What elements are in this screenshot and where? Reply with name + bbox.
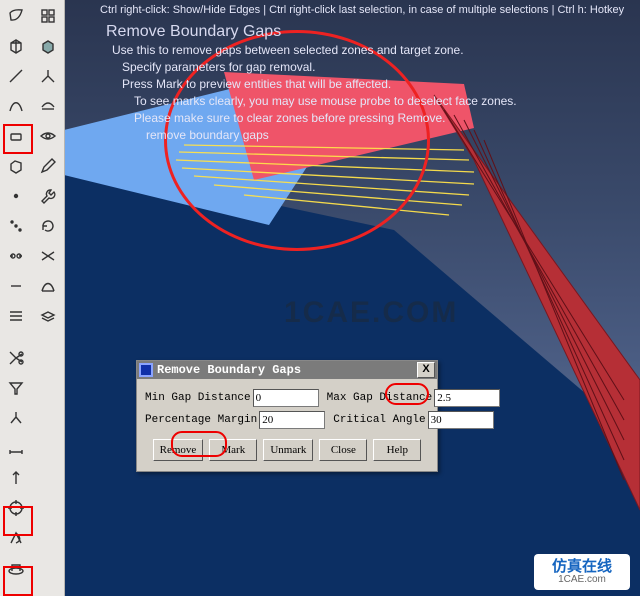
- hint-bar: Ctrl right-click: Show/Hide Edges | Ctrl…: [100, 2, 636, 19]
- point-icon[interactable]: [1, 182, 31, 210]
- curve-icon[interactable]: [1, 92, 31, 120]
- shade-icon[interactable]: [33, 92, 63, 120]
- pct-margin-input[interactable]: [259, 411, 325, 429]
- trim-icon[interactable]: [1, 344, 31, 372]
- min-gap-input[interactable]: [253, 389, 319, 407]
- dialog-title: Remove Boundary Gaps: [157, 363, 301, 377]
- orient-icon[interactable]: [1, 524, 31, 552]
- patch-icon[interactable]: [1, 2, 31, 30]
- remove-button[interactable]: Remove: [153, 439, 204, 461]
- base-icon[interactable]: [1, 554, 31, 582]
- views-icon[interactable]: [33, 2, 63, 30]
- link-icon[interactable]: [1, 242, 31, 270]
- min-gap-label: Min Gap Distance: [145, 392, 251, 404]
- eye2-icon[interactable]: [33, 122, 63, 150]
- quad-icon[interactable]: [1, 122, 31, 150]
- line-icon[interactable]: [1, 62, 31, 90]
- mark-button[interactable]: Mark: [209, 439, 257, 461]
- unmark-button[interactable]: Unmark: [263, 439, 313, 461]
- branch-icon[interactable]: [1, 404, 31, 432]
- max-gap-label: Max Gap Distance: [327, 392, 433, 404]
- help-button[interactable]: Help: [373, 439, 421, 461]
- separator: [1, 332, 31, 342]
- max-gap-input[interactable]: [434, 389, 500, 407]
- target-icon[interactable]: [1, 494, 31, 522]
- dim-icon[interactable]: [1, 434, 31, 462]
- dialog-titlebar[interactable]: Remove Boundary Gaps X: [137, 361, 437, 379]
- bars-icon[interactable]: [1, 302, 31, 330]
- minus-icon[interactable]: [1, 272, 31, 300]
- layer-icon[interactable]: [33, 302, 63, 330]
- instruction-overlay: Ctrl right-click: Show/Hide Edges | Ctrl…: [100, 2, 636, 144]
- probe-icon[interactable]: [1, 464, 31, 492]
- pencil-icon[interactable]: [33, 152, 63, 180]
- close-button[interactable]: X: [417, 362, 435, 378]
- box-icon[interactable]: [1, 152, 31, 180]
- funnel-icon[interactable]: [1, 374, 31, 402]
- cube-icon[interactable]: [1, 32, 31, 60]
- wrench-icon[interactable]: [33, 182, 63, 210]
- axis-icon[interactable]: [33, 62, 63, 90]
- crit-angle-label: Critical Angle: [333, 414, 425, 426]
- page-title: Remove Boundary Gaps: [106, 23, 636, 40]
- toolbar-left: [0, 0, 33, 596]
- logo-badge: 仿真在线 1CAE.com: [534, 554, 630, 590]
- dialog-icon: [139, 363, 153, 377]
- close-button-dlg[interactable]: Close: [319, 439, 367, 461]
- solid-icon[interactable]: [33, 32, 63, 60]
- merge-icon[interactable]: [33, 242, 63, 270]
- rule-icon[interactable]: [1, 212, 31, 240]
- crit-angle-input[interactable]: [428, 411, 494, 429]
- toolbar-left-2: [32, 0, 65, 596]
- dialog-remove-boundary-gaps: Remove Boundary Gaps X Min Gap Distance …: [136, 360, 438, 472]
- pct-margin-label: Percentage Margin: [145, 414, 257, 426]
- sweep-icon[interactable]: [33, 272, 63, 300]
- loop-icon[interactable]: [33, 212, 63, 240]
